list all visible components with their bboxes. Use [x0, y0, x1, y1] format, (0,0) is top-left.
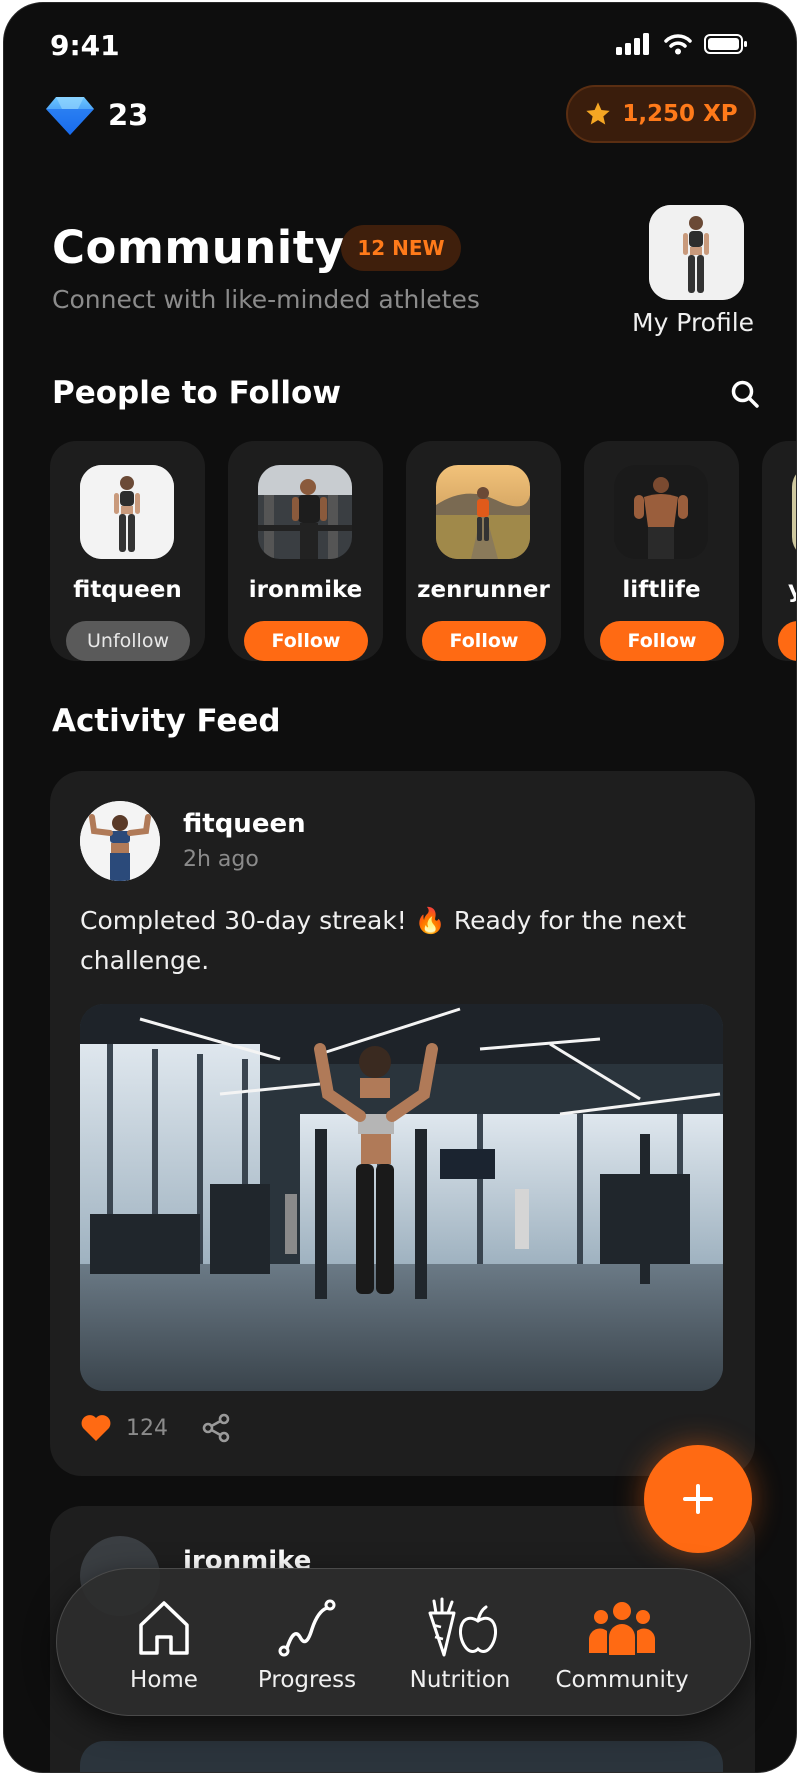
share-icon[interactable] [202, 1413, 230, 1443]
bodybuilder-photo [614, 465, 708, 559]
runner-photo [436, 465, 530, 559]
page-title: Community [52, 221, 345, 274]
athlete-photo [80, 465, 174, 559]
people-section-title: People to Follow [52, 375, 341, 411]
create-post-button[interactable] [644, 1445, 752, 1553]
follow-button[interactable]: Follow [600, 621, 724, 661]
status-time: 9:41 [50, 29, 120, 62]
person-avatar[interactable] [436, 465, 530, 559]
person-card[interactable]: liftlife Follow [584, 441, 739, 661]
people-carousel[interactable]: fitqueen Unfollow ironmike Follow zenrun… [50, 441, 796, 666]
person-name: y [788, 577, 796, 603]
page-subtitle: Connect with like-minded athletes [52, 285, 480, 314]
post-actions: 124 [80, 1413, 230, 1443]
community-icon [589, 1602, 655, 1655]
my-profile-avatar[interactable] [649, 205, 744, 300]
post-text: Completed 30-day streak! 🔥 Ready for the… [80, 906, 687, 975]
gems-count: 23 [108, 98, 149, 132]
heart-icon[interactable] [80, 1414, 112, 1442]
person-name: zenrunner [417, 577, 550, 603]
new-count-badge[interactable]: 12 NEW [341, 225, 461, 271]
tab-progress[interactable]: Progress [232, 1597, 382, 1693]
person-card[interactable]: fitqueen Unfollow [50, 441, 205, 661]
tab-label: Community [555, 1667, 689, 1693]
athlete-photo [80, 801, 160, 881]
xp-badge[interactable]: 1,250 XP [566, 85, 756, 143]
status-icons [616, 33, 748, 55]
person-avatar[interactable] [792, 465, 796, 559]
star-icon [586, 102, 610, 125]
tab-label: Home [130, 1667, 198, 1693]
bottom-tab-bar: Home Progress Nutrition Community [56, 1568, 751, 1716]
person-name: liftlife [622, 577, 701, 603]
battery-icon [704, 34, 747, 54]
post-image[interactable] [80, 1004, 723, 1391]
post-timestamp: 2h ago [183, 847, 259, 872]
plus-icon [683, 1484, 713, 1514]
post-image[interactable] [80, 1741, 723, 1772]
nutrition-icon [428, 1597, 497, 1657]
gym-photo [258, 465, 352, 559]
feed-post: fitqueen 2h ago Completed 30-day streak!… [50, 771, 755, 1476]
like-count: 124 [126, 1415, 168, 1441]
gym-celebration-photo [80, 1004, 723, 1391]
feed-section-title: Activity Feed [52, 703, 281, 739]
person-card[interactable]: y [762, 441, 796, 661]
follow-button[interactable]: Follow [422, 621, 546, 661]
app-screen: 9:41 23 1,250 XP Community 12 NEW Connec… [3, 2, 797, 1773]
wifi-icon [664, 34, 692, 55]
person-card[interactable]: zenrunner Follow [406, 441, 561, 661]
follow-button[interactable]: Follow [244, 621, 368, 661]
person-avatar[interactable] [80, 465, 174, 559]
home-icon [139, 1601, 189, 1655]
person-name: ironmike [248, 577, 363, 603]
tab-community[interactable]: Community [537, 1597, 707, 1693]
gems-counter[interactable]: 23 [44, 93, 148, 137]
post-username[interactable]: fitqueen [183, 809, 306, 839]
signal-icon [616, 33, 649, 55]
person-name: fitqueen [73, 577, 182, 603]
tab-label: Nutrition [409, 1667, 511, 1693]
tab-label: Progress [257, 1667, 357, 1693]
tab-home[interactable]: Home [89, 1597, 239, 1693]
my-profile-label[interactable]: My Profile [632, 308, 754, 337]
post-avatar[interactable] [80, 801, 160, 881]
search-icon[interactable] [730, 379, 760, 409]
xp-value: 1,250 XP [622, 101, 738, 127]
progress-icon [278, 1599, 336, 1657]
tab-nutrition[interactable]: Nutrition [385, 1597, 535, 1693]
follow-button[interactable] [778, 621, 796, 661]
person-avatar[interactable] [614, 465, 708, 559]
diamond-icon [46, 97, 94, 135]
athlete-photo [649, 205, 744, 300]
person-card[interactable]: ironmike Follow [228, 441, 383, 661]
unfollow-button[interactable]: Unfollow [66, 621, 190, 661]
person-avatar[interactable] [258, 465, 352, 559]
